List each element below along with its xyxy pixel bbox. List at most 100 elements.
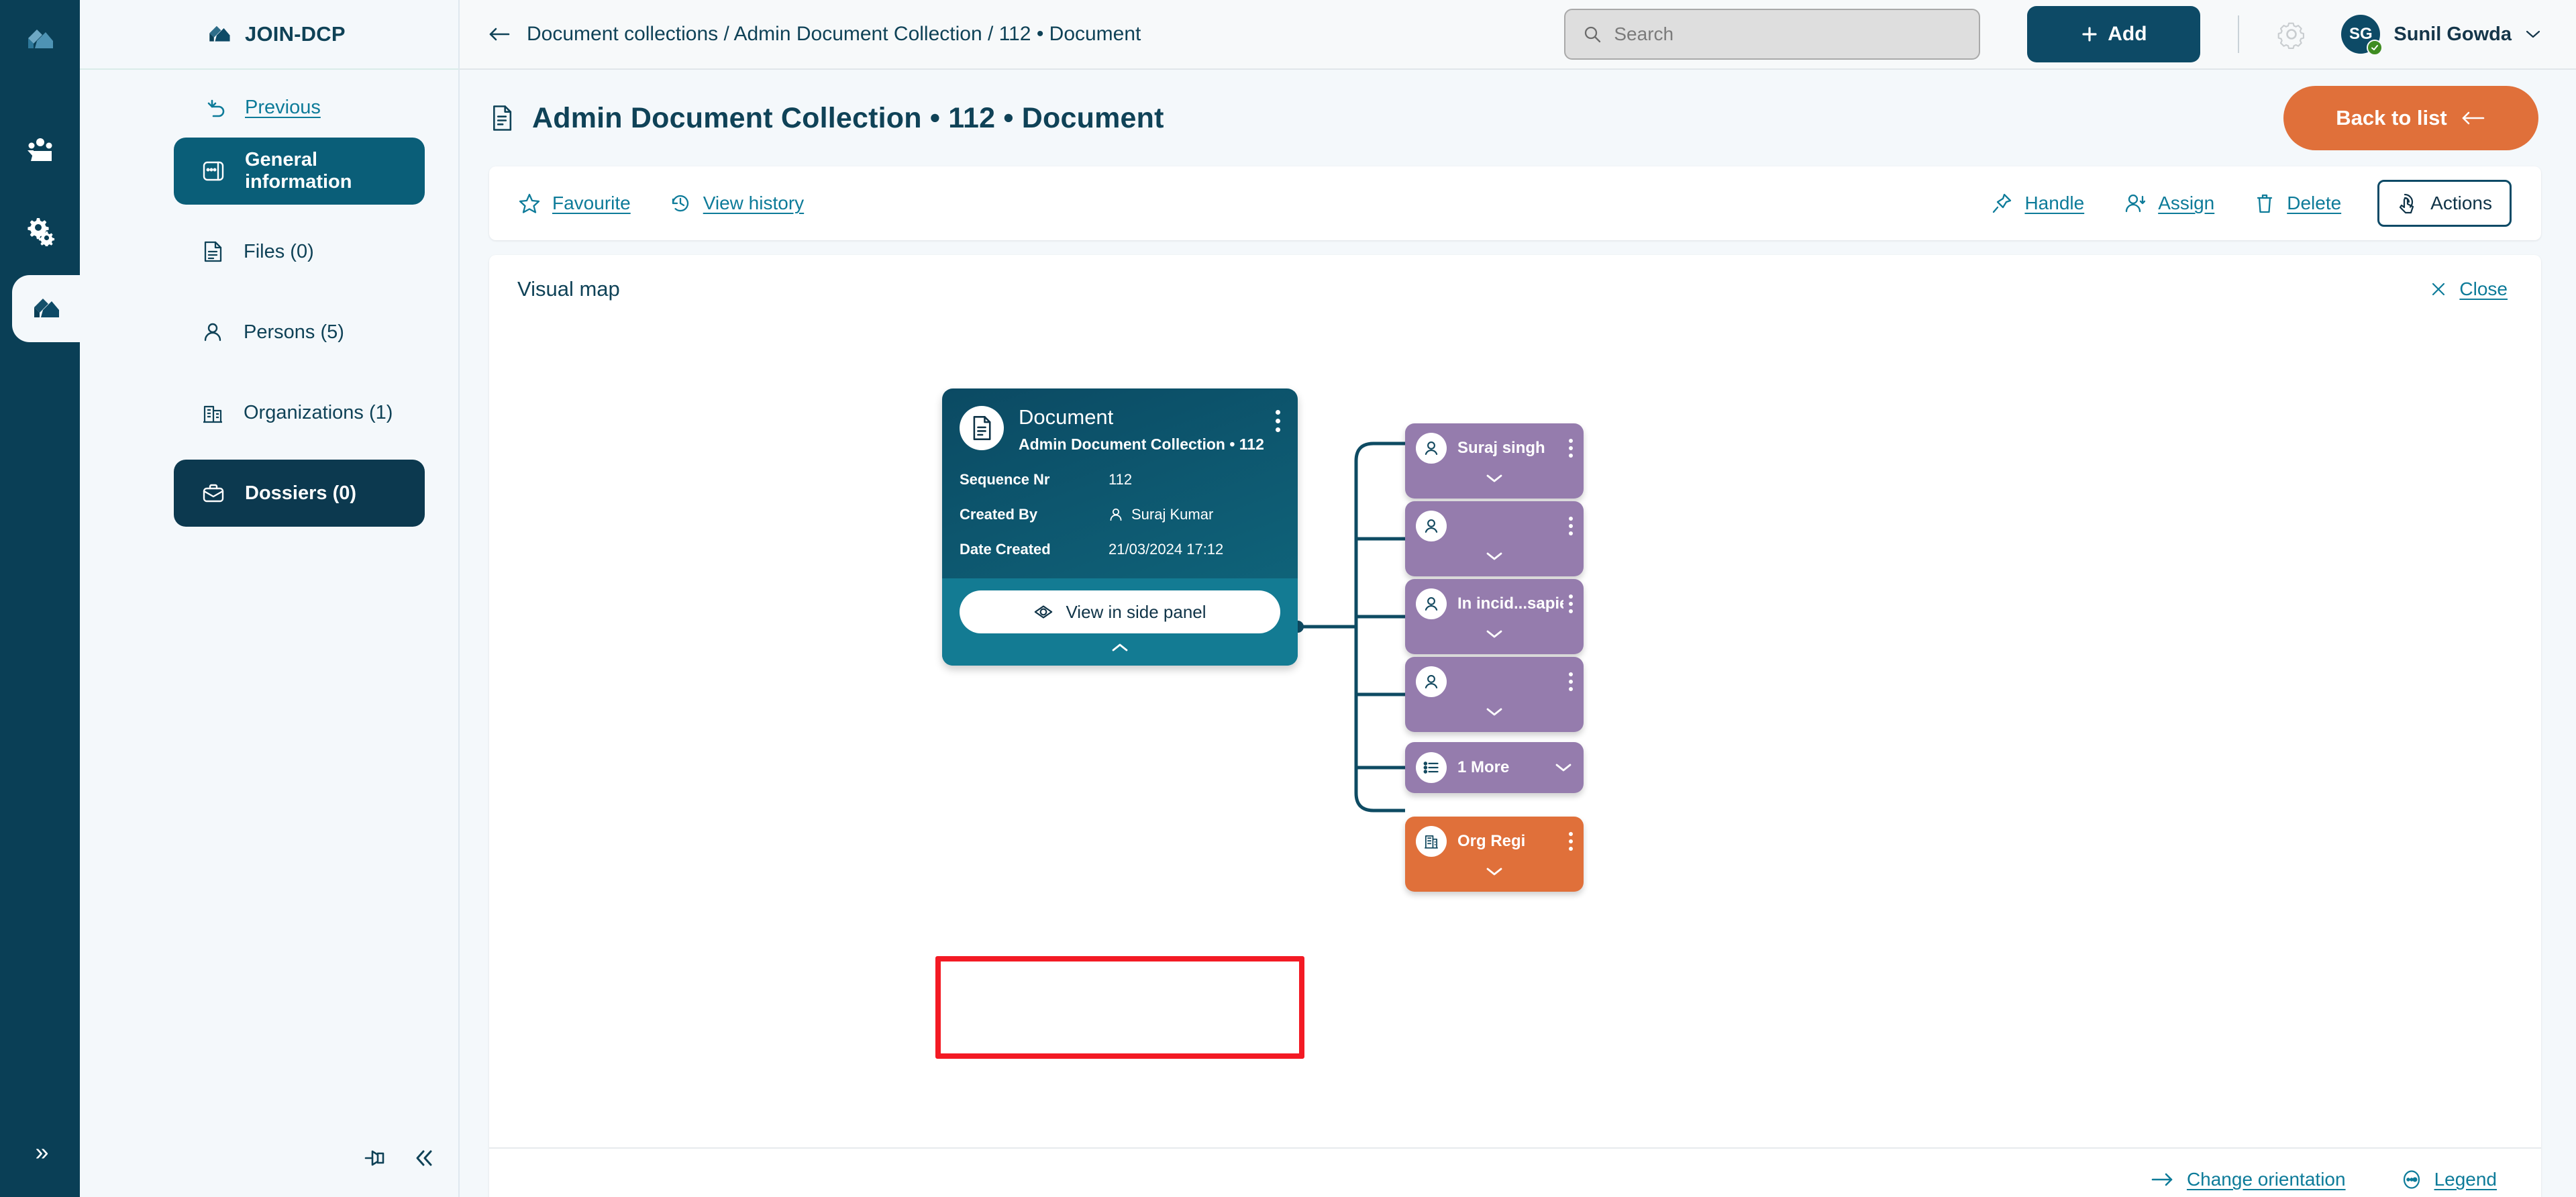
chevron-down-icon[interactable]: [1405, 465, 1584, 492]
arrow-left-icon[interactable]: [488, 25, 511, 43]
sidebar-item-files[interactable]: Files (0): [174, 218, 425, 285]
person-icon: [1416, 511, 1447, 541]
view-history-label: View history: [703, 193, 805, 213]
general-info-icon: [202, 160, 225, 183]
document-node-card[interactable]: Document Admin Document Collection • 112…: [942, 388, 1298, 666]
arrow-left-icon: [2461, 109, 2486, 127]
person-icon: [202, 321, 223, 343]
previous-link[interactable]: Previous: [80, 70, 458, 119]
document-node-titles: Document Admin Document Collection • 112: [1019, 405, 1264, 454]
expand-rail-button[interactable]: »: [0, 1138, 80, 1166]
visual-map-title: Visual map: [517, 277, 620, 301]
graph-node-person-3[interactable]: In incid...sapiente: [1405, 579, 1584, 654]
back-to-list-button[interactable]: Back to list: [2283, 86, 2538, 150]
sidebar-item-label: Persons (5): [244, 321, 344, 343]
close-label: Close: [2459, 278, 2508, 299]
node-row: In incid...sapiente: [1405, 579, 1584, 619]
person-icon: [1416, 433, 1447, 464]
chevron-down-icon[interactable]: [1405, 543, 1584, 570]
add-button[interactable]: Add: [2027, 6, 2201, 62]
pin-icon: [1991, 193, 2012, 214]
sidebar-footer: [363, 1147, 435, 1169]
chevron-down-icon[interactable]: [1554, 762, 1573, 773]
visual-map-panel: Visual map Close Document Admin Document…: [489, 255, 2541, 1197]
sidebar-item-persons[interactable]: Persons (5): [174, 299, 425, 366]
field-value: 112: [1109, 471, 1133, 488]
trash-icon: [2255, 193, 2275, 214]
record-action-toolbar: Favourite View history Handle Assign Del…: [489, 166, 2541, 240]
sidebar-item-general-information[interactable]: General information: [174, 138, 425, 205]
favourite-label: Favourite: [552, 193, 631, 213]
chevron-down-icon[interactable]: [1405, 621, 1584, 647]
graph-node-more[interactable]: 1 More: [1405, 742, 1584, 793]
add-button-label: Add: [2108, 23, 2147, 45]
topbar: Document collections / Admin Document Co…: [460, 0, 2576, 70]
sidebar: JOIN-DCP Previous General information Fi…: [80, 0, 460, 1197]
handle-label: Handle: [2024, 193, 2085, 213]
actions-label: Actions: [2430, 193, 2492, 213]
graph-node-organization[interactable]: Org Regi: [1405, 817, 1584, 892]
sidebar-item-dossiers[interactable]: Dossiers (0): [174, 460, 425, 527]
collapse-left-icon[interactable]: [413, 1148, 435, 1168]
rail-item-settings[interactable]: [0, 197, 80, 264]
delete-button[interactable]: Delete: [2255, 193, 2341, 214]
graph-node-person-2[interactable]: [1405, 501, 1584, 576]
user-name: Sunil Gowda: [2393, 23, 2512, 45]
handle-button[interactable]: Handle: [1991, 193, 2084, 214]
file-icon: [202, 240, 223, 263]
document-node-subtitle: Admin Document Collection • 112: [1019, 435, 1264, 454]
kebab-menu-icon[interactable]: [1563, 439, 1573, 458]
nav-gap: [174, 366, 425, 379]
rail-item-documents[interactable]: [12, 275, 80, 342]
app-root: » JOIN-DCP Previous General information …: [0, 0, 2576, 1197]
document-field-row: Sequence Nr 112: [942, 471, 1298, 488]
page-header: Admin Document Collection • 112 • Docume…: [460, 70, 2576, 166]
sidebar-item-label: Dossiers (0): [245, 482, 357, 504]
visual-map-canvas[interactable]: Document Admin Document Collection • 112…: [489, 323, 2541, 1147]
main-content: Document collections / Admin Document Co…: [460, 0, 2576, 1197]
sidebar-item-label: Files (0): [244, 240, 314, 262]
kebab-menu-icon[interactable]: [1563, 594, 1573, 613]
chevron-down-icon[interactable]: [1405, 698, 1584, 725]
assign-button[interactable]: Assign: [2124, 193, 2214, 214]
change-orientation-button[interactable]: Change orientation: [2151, 1169, 2346, 1190]
chevron-down-icon[interactable]: [1405, 858, 1584, 885]
view-in-side-panel-button[interactable]: View in side panel: [960, 590, 1280, 634]
back-to-list-label: Back to list: [2336, 106, 2447, 129]
person-icon: [1109, 507, 1123, 522]
rail-item-collaboration[interactable]: [0, 118, 80, 185]
sidebar-item-label: General information: [245, 149, 352, 193]
document-field-row: Date Created 21/03/2024 17:12: [942, 541, 1298, 558]
kebab-menu-icon[interactable]: [1563, 832, 1573, 851]
kebab-menu-icon[interactable]: [1276, 406, 1280, 432]
field-key: Date Created: [960, 541, 1051, 558]
actions-button[interactable]: Actions: [2377, 180, 2512, 227]
search-input[interactable]: Search: [1564, 9, 1981, 60]
field-key: Created By: [960, 506, 1038, 523]
pin-icon[interactable]: [363, 1147, 390, 1169]
favourite-button[interactable]: Favourite: [519, 193, 631, 214]
graph-node-person-4[interactable]: [1405, 657, 1584, 732]
graph-node-person-1[interactable]: Suraj singh: [1405, 423, 1584, 499]
document-node-footer: View in side panel: [942, 578, 1298, 666]
visual-map-header: Visual map Close: [489, 255, 2541, 323]
sidebar-item-organizations[interactable]: Organizations (1): [174, 379, 425, 446]
breadcrumb[interactable]: Document collections / Admin Document Co…: [488, 23, 1141, 46]
close-visual-map-button[interactable]: Close: [2430, 278, 2508, 300]
eye-icon: [1033, 604, 1053, 620]
visual-map-footer: Change orientation Legend: [489, 1147, 2541, 1197]
assign-label: Assign: [2158, 193, 2215, 213]
node-row: [1405, 501, 1584, 541]
node-row: Suraj singh: [1405, 423, 1584, 464]
undo-arrow-icon: [207, 98, 230, 118]
gear-icon[interactable]: [2277, 19, 2306, 49]
chevron-up-icon[interactable]: [960, 636, 1280, 659]
kebab-menu-icon[interactable]: [1563, 517, 1573, 535]
user-menu[interactable]: SG Sunil Gowda: [2341, 15, 2541, 56]
kebab-menu-icon[interactable]: [1563, 672, 1573, 691]
view-history-button[interactable]: View history: [670, 193, 804, 214]
building-icon: [1416, 826, 1447, 857]
document-node-header: Document Admin Document Collection • 112: [942, 388, 1298, 454]
legend-button[interactable]: Legend: [2401, 1169, 2497, 1190]
plus-icon: [2081, 25, 2098, 43]
